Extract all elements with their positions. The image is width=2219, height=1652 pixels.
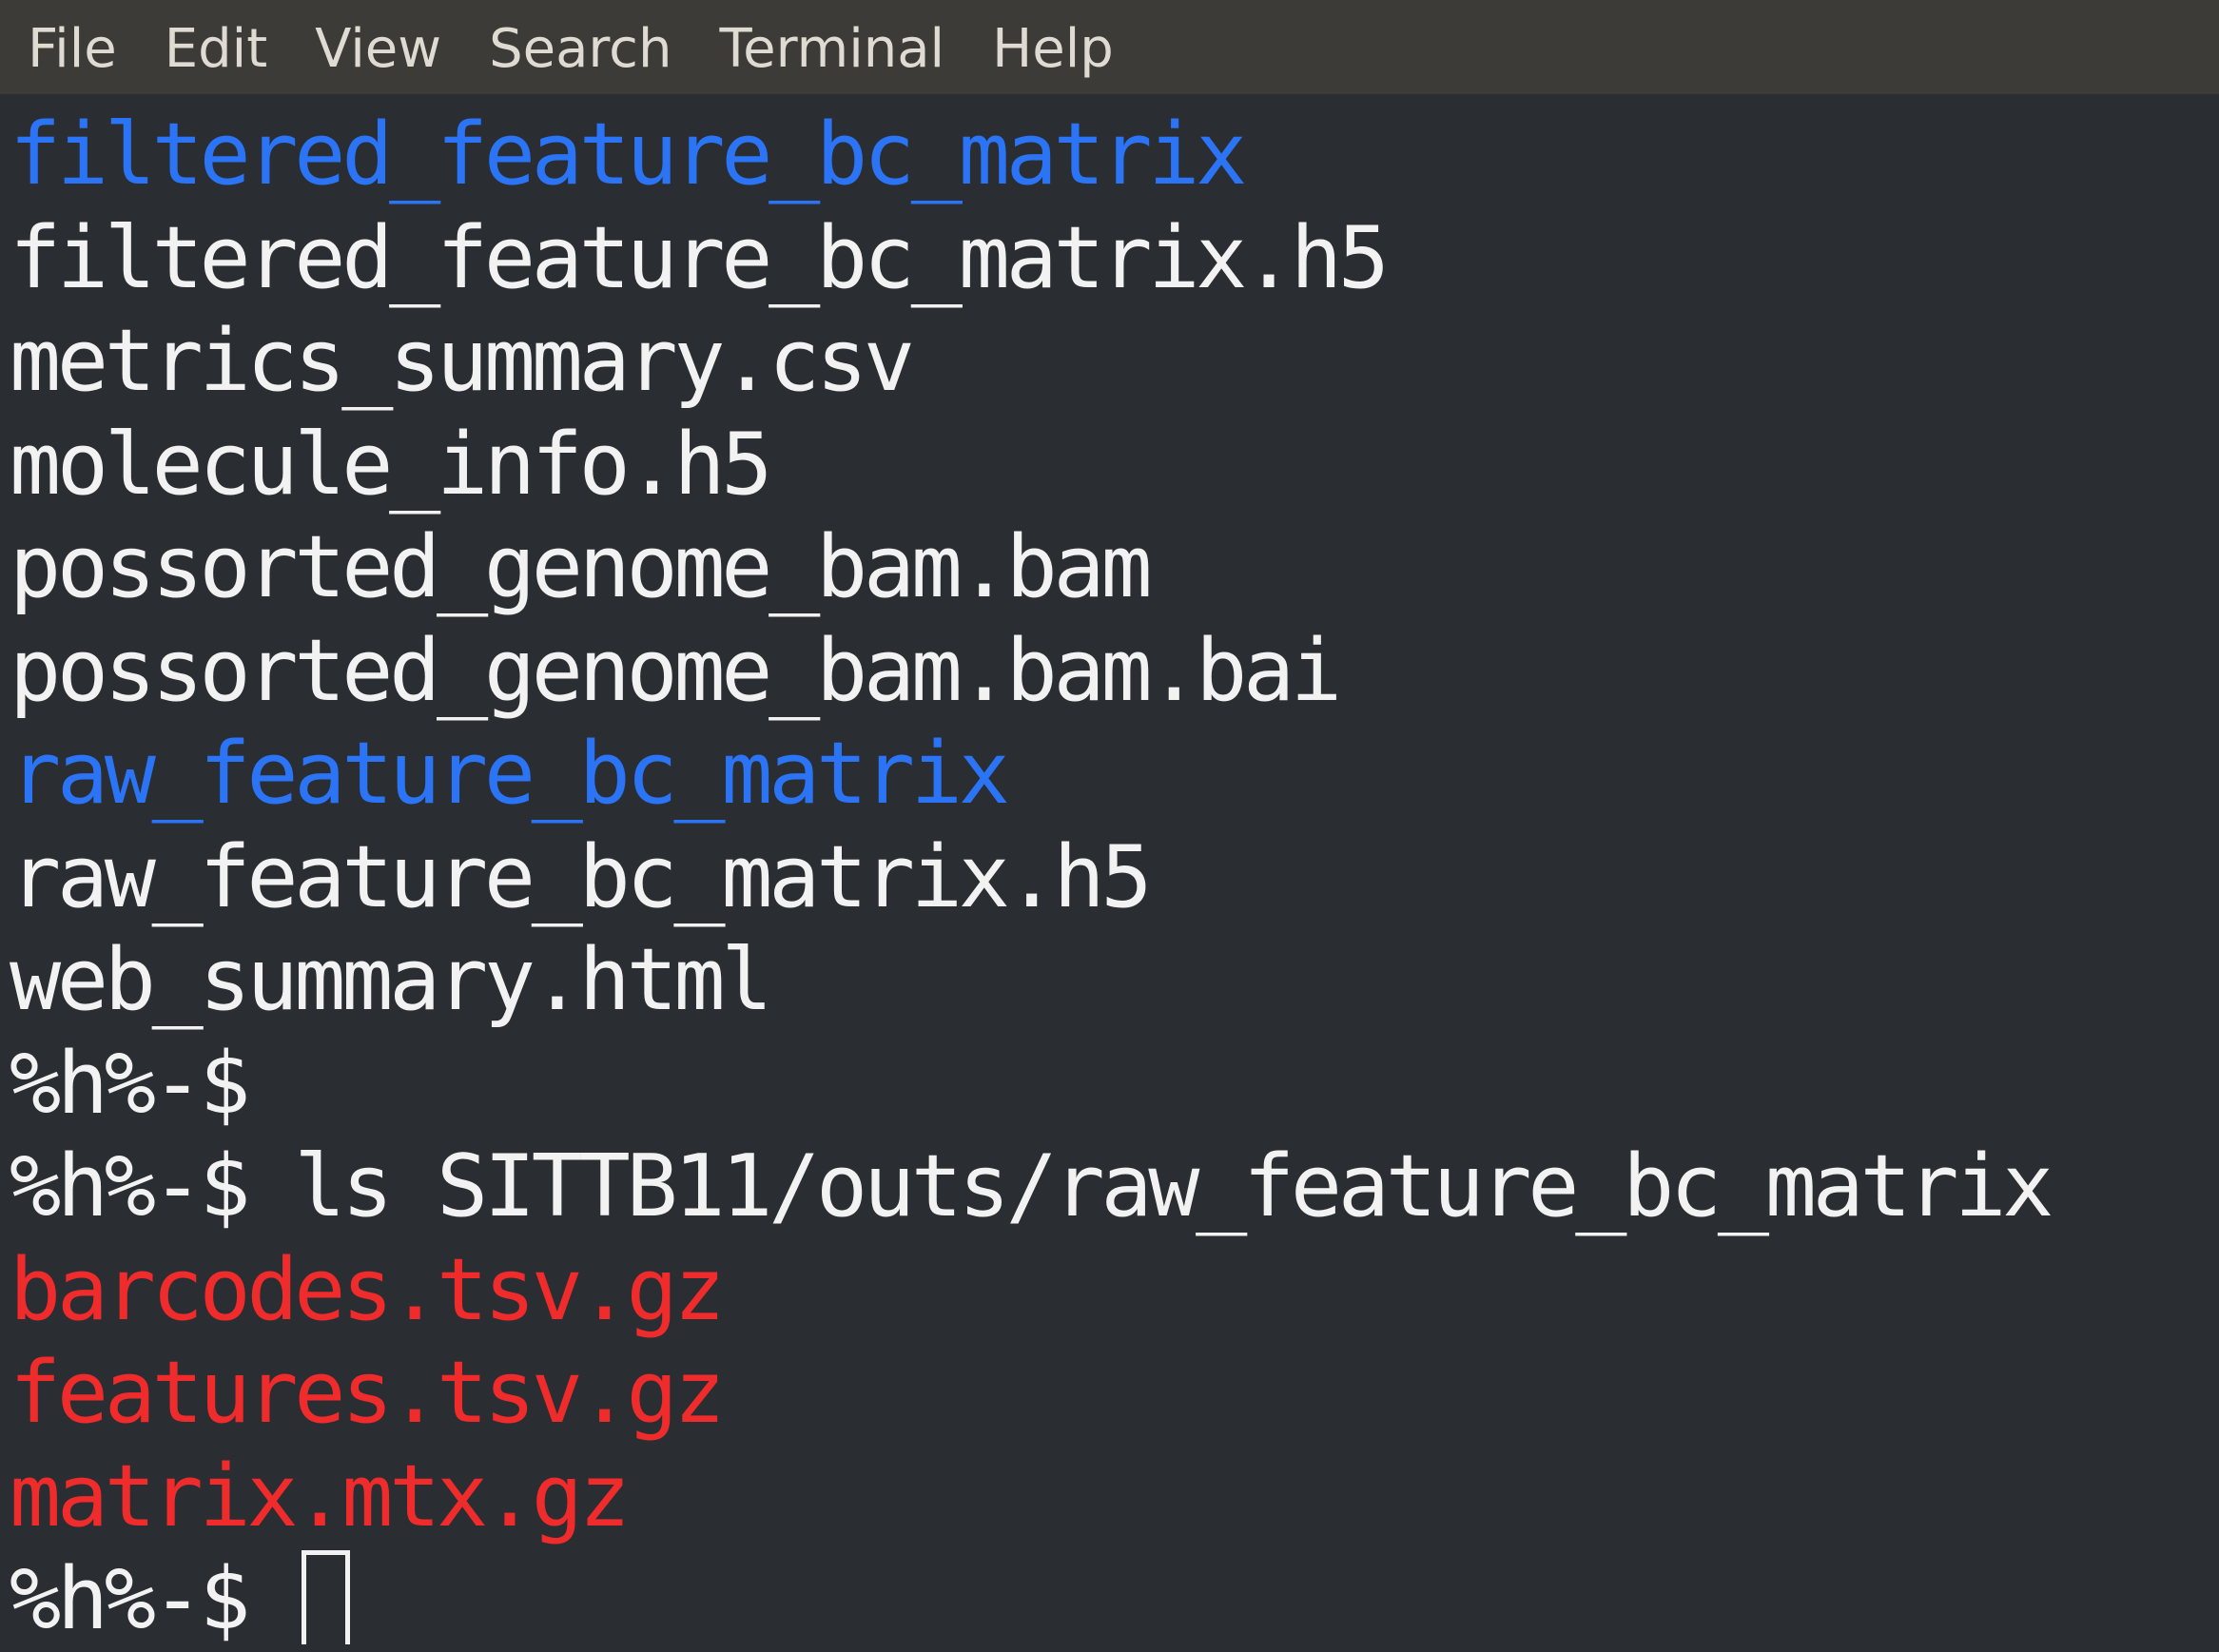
active-prompt-line[interactable]: %h%-$ <box>10 1548 2207 1644</box>
output-line-file: raw_feature_bc_matrix.h5 <box>10 826 1153 927</box>
output-line-archive: matrix.mtx.gz <box>10 1446 631 1546</box>
menu-search[interactable]: Search <box>489 22 672 76</box>
menu-help[interactable]: Help <box>992 22 1114 76</box>
terminal-output[interactable]: filtered_feature_bc_matrix filtered_feat… <box>10 104 2207 1644</box>
text-cursor <box>302 1550 351 1644</box>
menu-view[interactable]: View <box>315 22 441 76</box>
output-line-file: filtered_feature_bc_matrix.h5 <box>10 207 1390 308</box>
output-line-directory: raw_feature_bc_matrix <box>10 724 1010 824</box>
prompt-line: %h%-$ <box>10 1033 251 1134</box>
menu-terminal[interactable]: Terminal <box>719 22 944 76</box>
output-line-file: possorted_genome_bam.bam <box>10 517 1153 617</box>
output-line-file: possorted_genome_bam.bam.bai <box>10 620 1342 721</box>
menu-file[interactable]: File <box>28 22 117 76</box>
output-line-file: web_summary.html <box>10 930 772 1030</box>
output-line-directory: filtered_feature_bc_matrix <box>10 105 1247 204</box>
command-line: %h%-$ ls SITTB11/outs/raw_feature_bc_mat… <box>10 1137 2054 1236</box>
terminal-window: File Edit View Search Terminal Help filt… <box>0 0 2219 1652</box>
output-line-archive: features.tsv.gz <box>10 1343 726 1443</box>
prompt: %h%-$ <box>10 1549 251 1644</box>
menu-edit[interactable]: Edit <box>165 22 267 76</box>
output-line-archive: barcodes.tsv.gz <box>10 1239 726 1340</box>
output-line-file: molecule_info.h5 <box>10 414 772 515</box>
menubar: File Edit View Search Terminal Help <box>0 0 2219 94</box>
output-line-file: metrics_summary.csv <box>10 311 915 411</box>
